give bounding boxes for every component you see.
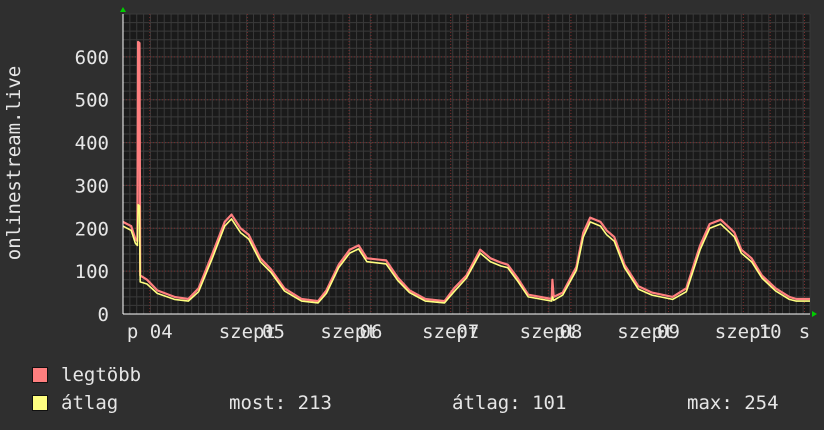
legend-label-avg: átlag: [61, 392, 119, 414]
y-axis-arrow: [120, 7, 126, 12]
x-tick-label: 06: [360, 321, 383, 343]
stat-current: most: 213: [229, 392, 332, 414]
legend-item-max: legtöbb: [32, 362, 141, 388]
y-tick-label: 100: [75, 261, 109, 283]
graph-panel: 0 100 200 300 400 500 600 p 04 szept 05 szept 06 sze…: [0, 0, 824, 430]
x-tick-label: 09: [657, 321, 680, 343]
x-tick-label: 08: [559, 321, 582, 343]
y-tick-label: 500: [75, 90, 109, 112]
legend-label-max: legtöbb: [61, 364, 142, 386]
x-tick-label: p 04: [127, 321, 173, 343]
y-tick-label: 300: [75, 175, 109, 197]
x-tick-label: 07: [456, 321, 479, 343]
legend-swatch-avg: [32, 395, 48, 411]
x-tick-label: s: [799, 321, 810, 343]
y-tick-label: 200: [75, 218, 109, 240]
stat-max: max: 254: [687, 392, 779, 414]
y-axis-label-text: onlinestream.live: [3, 65, 25, 261]
x-axis-arrow: [812, 311, 817, 317]
chart: 0100200300400500600p 04 szept05 szept06 sze…: [75, 7, 817, 343]
y-tick-label: 600: [75, 47, 109, 69]
stat-average: átlag: 101: [452, 392, 567, 414]
legend-swatch-max: [32, 367, 48, 383]
x-tick-label: 05: [262, 321, 285, 343]
x-tick-label: 10: [759, 321, 782, 343]
y-axis-label: onlinestream.live: [3, 48, 25, 278]
y-tick-label: 0: [98, 304, 109, 326]
y-tick-label: 400: [75, 133, 109, 155]
legend-item-avg: átlag: [32, 390, 118, 416]
